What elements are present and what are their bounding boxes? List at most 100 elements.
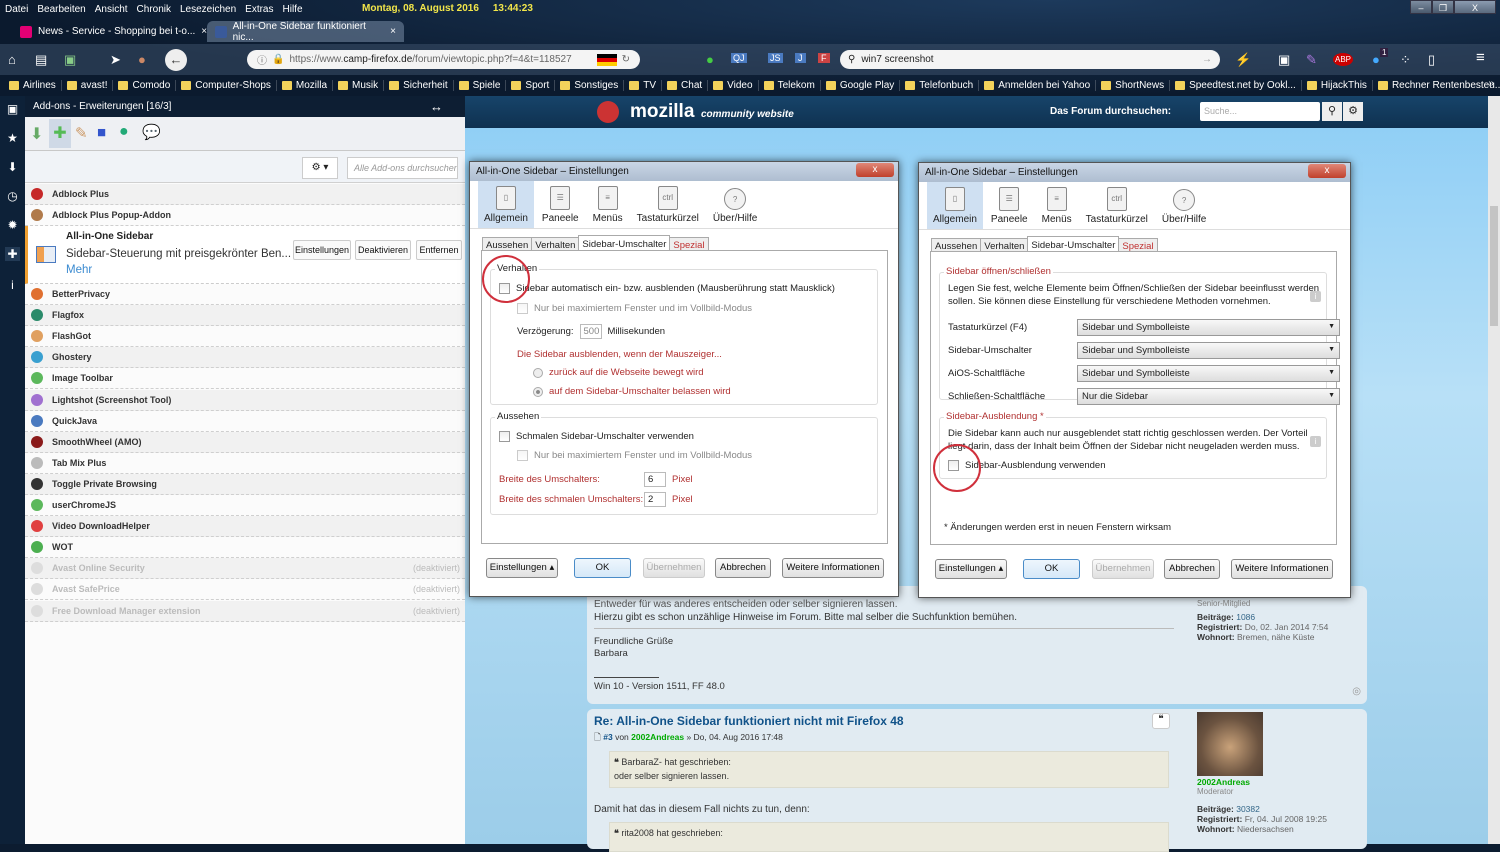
- quote-button[interactable]: ❝: [1152, 713, 1170, 729]
- ok-button[interactable]: OK: [574, 558, 631, 578]
- bookmark-item[interactable]: Video: [708, 80, 759, 91]
- clipboard-icon[interactable]: ▯: [1428, 52, 1435, 68]
- javascript-toggle-icon[interactable]: JS: [768, 53, 783, 63]
- bookmark-item[interactable]: TV: [624, 80, 663, 91]
- addon-item-disabled[interactable]: Free Download Manager extension (deaktivi…: [25, 600, 465, 622]
- post-title-link[interactable]: Re: All-in-One Sidebar funktioniert nich…: [594, 714, 904, 728]
- category-help[interactable]: ? Über/Hilfe: [1156, 182, 1212, 229]
- home-icon[interactable]: ⌂: [8, 52, 16, 67]
- behavior-dropdown[interactable]: Nur die Sidebar: [1077, 388, 1340, 405]
- addon-item[interactable]: Tab Mix Plus: [25, 453, 465, 474]
- settings-menu-button[interactable]: Einstellungen ▴: [486, 558, 558, 578]
- wot-icon[interactable]: ●: [706, 52, 714, 67]
- hamburger-menu-icon[interactable]: ≡: [1476, 49, 1485, 66]
- url-bar[interactable]: ⓘ 🔒 https://www.camp-firefox.de/forum/vi…: [247, 50, 640, 69]
- print-icon[interactable]: ▤: [35, 52, 47, 68]
- more-info-button[interactable]: Weitere Informationen: [1231, 559, 1333, 579]
- bookmark-item[interactable]: Rechner Rentenbesteu...: [1373, 80, 1500, 91]
- info-panel-icon[interactable]: i: [5, 278, 20, 292]
- addon-item[interactable]: Lightshot (Screenshot Tool): [25, 389, 465, 411]
- back-button[interactable]: ←: [165, 49, 187, 71]
- bookmark-item[interactable]: Google Play: [821, 80, 901, 91]
- addons-panel-icon[interactable]: ✚: [5, 247, 20, 261]
- addon-item[interactable]: Toggle Private Browsing: [25, 473, 465, 495]
- category-shortcuts[interactable]: ctrl Tastaturkürzel: [631, 181, 705, 228]
- bookmark-item[interactable]: Spiele: [454, 80, 507, 91]
- ghostery-icon[interactable]: ●: [1372, 52, 1380, 67]
- bookmark-item[interactable]: Anmelden bei Yahoo: [979, 80, 1097, 91]
- menu-hilfe[interactable]: Hilfe: [283, 4, 303, 15]
- addon-item[interactable]: Video DownloadHelper: [25, 516, 465, 538]
- bookmark-item[interactable]: Sport: [506, 80, 556, 91]
- cancel-button[interactable]: Abbrechen: [1164, 559, 1220, 579]
- ok-button[interactable]: OK: [1023, 559, 1080, 579]
- send-icon[interactable]: ➤: [110, 52, 121, 68]
- post-number-link[interactable]: #3: [603, 732, 612, 742]
- bookmark-item[interactable]: Musik: [333, 80, 385, 91]
- delay-input[interactable]: 500: [579, 324, 602, 339]
- bookmark-item[interactable]: Speedtest.net by Ookl...: [1170, 80, 1302, 91]
- plugins-icon[interactable]: ■: [97, 124, 106, 141]
- addon-item[interactable]: userChromeJS: [25, 495, 465, 516]
- lightshot-icon[interactable]: ✎: [1306, 52, 1317, 68]
- search-bar[interactable]: ⚲ win7 screenshot →: [840, 50, 1220, 69]
- category-shortcuts[interactable]: ctrl Tastaturkürzel: [1080, 182, 1154, 229]
- addon-item[interactable]: Ghostery: [25, 347, 465, 369]
- bookmark-item[interactable]: Comodo: [113, 80, 177, 91]
- bookmarks-panel-icon[interactable]: ★: [5, 131, 20, 145]
- addon-item[interactable]: QuickJava: [25, 411, 465, 432]
- menu-chronik[interactable]: Chronik: [137, 4, 171, 15]
- bookmarks-overflow-button[interactable]: »: [1488, 78, 1494, 89]
- menu-bearbeiten[interactable]: Bearbeiten: [37, 4, 85, 15]
- addon-remove-button[interactable]: Entfernen: [416, 240, 462, 260]
- extensions-icon[interactable]: ✚: [49, 119, 71, 148]
- forum-search-button[interactable]: ⚲: [1322, 102, 1342, 121]
- tab-mix-icon[interactable]: ⁘: [1400, 52, 1411, 68]
- restore-button[interactable]: ❐: [1432, 0, 1454, 14]
- more-link[interactable]: Mehr: [66, 264, 92, 276]
- apply-button[interactable]: Übernehmen: [1092, 559, 1154, 579]
- flashgot-icon[interactable]: ⚡: [1235, 52, 1251, 68]
- addon-item[interactable]: BetterPrivacy: [25, 284, 465, 305]
- tab-all-in-one-sidebar[interactable]: All-in-One Sidebar funktioniert nic... ×: [207, 21, 404, 43]
- extension-icon[interactable]: ●: [138, 52, 146, 67]
- bookmark-item[interactable]: Mozilla: [277, 80, 334, 91]
- menu-lesezeichen[interactable]: Lesezeichen: [180, 4, 236, 15]
- addon-settings-button[interactable]: Einstellungen: [293, 240, 351, 260]
- go-arrow-icon[interactable]: →: [1202, 54, 1212, 65]
- bookmark-item[interactable]: avast!: [62, 80, 114, 91]
- behavior-dropdown[interactable]: Sidebar und Symbolleiste: [1077, 342, 1340, 359]
- addon-disable-button[interactable]: Deaktivieren: [355, 240, 411, 260]
- download-icon[interactable]: ▣: [64, 52, 76, 68]
- services-icon[interactable]: ●: [119, 123, 129, 141]
- addon-item-disabled[interactable]: Avast SafePrice (deaktiviert): [25, 579, 465, 601]
- bookmark-item[interactable]: ShortNews: [1096, 80, 1171, 91]
- history-panel-icon[interactable]: ◷: [5, 189, 20, 203]
- avatar-username[interactable]: 2002Andreas: [1197, 777, 1250, 787]
- category-menus[interactable]: ≡ Menüs: [587, 181, 629, 228]
- category-general[interactable]: ▯ Allgemein: [927, 182, 983, 229]
- settings-menu-button[interactable]: Einstellungen ▴: [935, 559, 1007, 579]
- sidebar-toggle-icon[interactable]: ▣: [1278, 52, 1290, 68]
- narrow-toggle-checkbox[interactable]: Schmalen Sidebar-Umschalter verwenden: [499, 431, 694, 442]
- close-window-button[interactable]: X: [1454, 0, 1496, 14]
- menu-extras[interactable]: Extras: [245, 4, 273, 15]
- bookmark-item[interactable]: Chat: [662, 80, 709, 91]
- resize-arrows-icon[interactable]: ↔: [430, 99, 443, 114]
- dialog-close-button[interactable]: x: [856, 163, 894, 177]
- info-icon[interactable]: i: [1310, 291, 1321, 302]
- addon-item[interactable]: SmoothWheel (AMO): [25, 431, 465, 453]
- category-menus[interactable]: ≡ Menüs: [1036, 182, 1078, 229]
- reload-icon[interactable]: ↻: [622, 54, 630, 65]
- tab-close-icon[interactable]: ×: [390, 26, 396, 37]
- menu-datei[interactable]: Datei: [5, 4, 28, 15]
- auto-hide-checkbox[interactable]: Sidebar automatisch ein- bzw. ausblenden…: [499, 283, 835, 294]
- bookmark-item[interactable]: Sicherheit: [384, 80, 454, 91]
- addon-item-selected[interactable]: All-in-One Sidebar Sidebar-Steuerung mit …: [25, 226, 465, 284]
- info-icon[interactable]: i: [1310, 436, 1321, 447]
- bookmark-item[interactable]: Computer-Shops: [176, 80, 277, 91]
- bookmark-item[interactable]: HijackThis: [1302, 80, 1373, 91]
- scrollbar-thumb[interactable]: [1490, 206, 1498, 326]
- addon-item[interactable]: Adblock Plus Popup-Addon: [25, 205, 465, 226]
- addon-item-disabled[interactable]: Avast Online Security (deaktiviert): [25, 558, 465, 580]
